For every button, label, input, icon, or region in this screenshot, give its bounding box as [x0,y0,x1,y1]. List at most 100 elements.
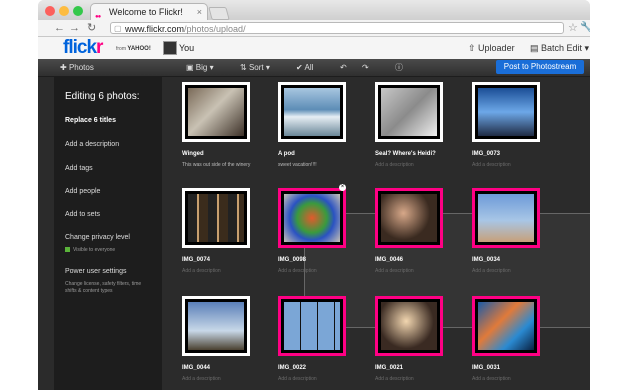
photo-description[interactable]: Add a description [182,268,221,274]
editing-count: Editing 6 photos: [65,91,140,102]
batch-edit-menu[interactable]: ▤ Batch Edit ▾ [530,37,589,59]
rotate-left-icon[interactable]: ↶ [340,59,347,76]
add-to-sets-link[interactable]: Add to sets [65,211,100,218]
photo-thumbnail[interactable] [182,188,250,248]
photo-description[interactable]: Add a description [472,376,511,382]
photo-title[interactable]: IMG_0073 [472,151,500,157]
photo-title[interactable]: Winged [182,151,204,157]
power-user-link[interactable]: Power user settings [65,268,126,275]
photo-title[interactable]: IMG_0034 [472,257,500,263]
add-tags-link[interactable]: Add tags [65,165,93,172]
remove-photo-icon[interactable]: × [339,184,346,191]
photo-title[interactable]: IMG_0022 [278,365,306,371]
rotate-right-icon[interactable]: ↷ [362,59,369,76]
batch-sidebar: Editing 6 photos: Replace 6 titles Add a… [54,77,162,390]
photo-thumbnail[interactable] [182,296,250,356]
photo-image [381,194,437,242]
photo-thumbnail[interactable] [472,296,540,356]
photo-description[interactable]: Add a description [472,162,511,168]
photo-image [478,194,534,242]
photo-thumbnail[interactable] [278,188,346,248]
wrench-icon[interactable]: 🔧 [580,20,590,36]
photo-description[interactable]: This was out side of the winery [182,162,250,168]
page-icon: ▢ [114,24,122,33]
browser-window: ●● Welcome to Flickr! × ← → ↻ ▢ www.flic… [38,0,590,390]
photo-title[interactable]: Seal? Where's Heidi? [375,151,436,157]
upload-area: Editing 6 photos: Replace 6 titles Add a… [38,77,590,390]
photo-image [478,302,534,350]
photo-image [188,88,244,136]
flickr-logo[interactable]: flickr [63,37,104,59]
you-menu[interactable]: You [179,37,194,59]
tab-close-icon[interactable]: × [197,4,202,21]
close-window-icon[interactable] [45,6,55,16]
photo-description[interactable]: Add a description [278,376,317,382]
up-arrow-icon: ⇧ [468,43,479,53]
photo-image [284,302,340,350]
size-menu[interactable]: ▣ Big ▾ [186,59,214,76]
photo-title[interactable]: IMG_0046 [375,257,403,263]
add-description-link[interactable]: Add a description [65,141,119,148]
photo-thumbnail[interactable] [278,296,346,356]
photo-description[interactable]: Add a description [278,268,317,274]
photo-description[interactable]: Add a description [182,376,221,382]
photo-image [381,302,437,350]
sort-menu[interactable]: ⇅ Sort ▾ [240,59,270,76]
photo-thumbnail[interactable] [472,188,540,248]
photo-title[interactable]: IMG_0098 [278,257,306,263]
photo-description[interactable]: Add a description [375,268,414,274]
photo-thumbnail[interactable] [375,82,443,142]
reload-icon[interactable]: ↻ [87,20,96,36]
new-tab-button[interactable] [208,7,230,20]
back-icon[interactable]: ← [54,20,65,36]
photo-thumbnail[interactable] [375,296,443,356]
replace-titles-link[interactable]: Replace 6 titles [65,117,116,124]
photo-thumbnail[interactable] [472,82,540,142]
photo-image [188,302,244,350]
select-all-button[interactable]: ✔ All [296,59,313,76]
privacy-sub: Visible to everyone [73,247,116,253]
photo-title[interactable]: IMG_0074 [182,257,210,263]
minimize-window-icon[interactable] [59,6,69,16]
forward-icon[interactable]: → [69,20,80,36]
photo-thumbnail[interactable] [182,82,250,142]
avatar[interactable] [163,41,177,55]
privacy-status-dot [65,247,70,252]
info-icon[interactable]: ⓘ [395,59,403,76]
post-to-photostream-button[interactable]: Post to Photostream [496,60,584,74]
address-bar[interactable]: ▢ www.flickr.com/photos/upload/ [110,22,564,34]
photo-description[interactable]: Add a description [375,376,414,382]
photo-title[interactable]: A pod [278,151,295,157]
privacy-link[interactable]: Change privacy level [65,234,130,241]
bookmark-star-icon[interactable]: ☆ [568,20,578,36]
photo-thumbnail[interactable] [278,82,346,142]
add-photos-button[interactable]: ✚ Photos [60,59,94,76]
tab-title: Welcome to Flickr! [109,7,183,17]
maximize-window-icon[interactable] [73,6,83,16]
batch-icon: ▤ [530,43,542,53]
photo-description[interactable]: sweet vacation!!!! [278,162,317,168]
photo-description[interactable]: Add a description [472,268,511,274]
power-sub-2: shifts & content types [65,288,113,294]
selection-rectangle [304,213,590,328]
add-people-link[interactable]: Add people [65,188,100,195]
flickr-header: flickr from YAHOO! You ⇧ Uploader ▤ Batc… [38,37,590,60]
upload-toolbar: ✚ Photos ▣ Big ▾ ⇅ Sort ▾ ✔ All ↶ ↷ ⓘ Po… [38,59,590,77]
chevron-down-icon: ▾ [582,43,590,53]
uploader-link[interactable]: ⇧ Uploader [468,37,515,59]
tab-bar: ●● Welcome to Flickr! × [38,0,590,20]
photo-image [381,88,437,136]
browser-tab[interactable]: ●● Welcome to Flickr! × [90,3,208,20]
photo-title[interactable]: IMG_0031 [472,365,500,371]
photo-description[interactable]: Add a description [375,162,414,168]
photo-image [284,194,340,242]
url-path: /photos/upload/ [184,24,246,34]
photo-image [284,88,340,136]
browser-toolbar: ← → ↻ ▢ www.flickr.com/photos/upload/ ☆ … [38,20,590,37]
photo-title[interactable]: IMG_0021 [375,365,403,371]
url-host: www.flickr.com [125,24,185,34]
from-yahoo: from YAHOO! [116,46,151,52]
sort-icon: ⇅ [240,63,249,72]
photo-thumbnail[interactable] [375,188,443,248]
photo-title[interactable]: IMG_0044 [182,365,210,371]
